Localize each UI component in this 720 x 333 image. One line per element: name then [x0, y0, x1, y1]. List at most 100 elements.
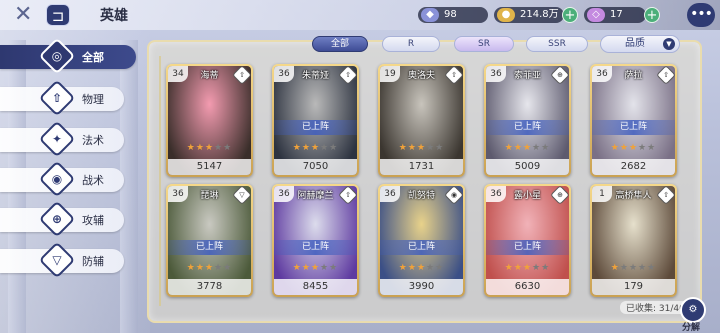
star-icon: ★ [204, 263, 215, 273]
star-icon: ★ [398, 263, 408, 273]
sidebar-item-label: 法术 [82, 134, 104, 147]
star-icon: ★ [647, 263, 657, 273]
star-icon: ★ [610, 263, 620, 273]
star-icon: ★ [223, 143, 233, 153]
hero-class-glyph: ⇧ [345, 71, 351, 79]
star-icon: ★ [195, 143, 205, 153]
star-icon: ★ [186, 263, 196, 273]
background-pillar [120, 40, 138, 333]
gold-value: 214.8万 [520, 9, 559, 20]
sidebar-item-1[interactable]: ⇧ 物理 [0, 79, 124, 117]
sort-select[interactable]: 品质 ▼ [600, 35, 680, 53]
star-icon: ★ [214, 263, 224, 273]
add-gem-button[interactable]: + [644, 7, 660, 23]
filter-tab-all[interactable]: 全部 [312, 36, 368, 52]
hero-card[interactable]: 36 索菲亚 ⊕ 已上阵 ★★★★★ 5009 [484, 64, 571, 177]
star-icon: ★ [301, 263, 311, 273]
hero-card[interactable]: 36 朱蒂娅 ⇧ 已上阵 ★★★★★ 7050 [272, 64, 359, 177]
hero-power: 6630 [486, 279, 569, 295]
hero-card-inner: 36 萨拉 ⇧ 已上阵 ★★★★★ 2682 [592, 66, 675, 175]
sidebar-item-4[interactable]: ⊕ 攻辅 [0, 200, 124, 238]
star-icon: ★ [522, 143, 533, 153]
gem-value: 17 [610, 9, 623, 20]
hero-card-inner: 36 索菲亚 ⊕ 已上阵 ★★★★★ 5009 [486, 66, 569, 175]
sidebar-item-0[interactable]: ◎ 全部 [0, 37, 136, 75]
deployed-badge: 已上阵 [486, 240, 569, 255]
sidebar-item-label: 防辅 [82, 255, 104, 268]
star-icon: ★ [647, 143, 657, 153]
star-icon: ★ [329, 263, 339, 273]
filter-tab-r[interactable]: R [382, 36, 440, 52]
sidebar-item-label: 物理 [82, 93, 104, 106]
star-icon: ★ [638, 263, 648, 273]
hero-card[interactable]: 36 萨拉 ⇧ 已上阵 ★★★★★ 2682 [590, 64, 677, 177]
hero-card-inner: 34 海蒂 ⇧ ★★★★★ 5147 [168, 66, 251, 175]
deployed-badge: 已上阵 [592, 120, 675, 135]
sidebar-item-3[interactable]: ◉ 战术 [0, 160, 124, 198]
star-icon: ★ [513, 263, 523, 273]
star-icon: ★ [619, 263, 629, 273]
star-icon: ★ [426, 143, 436, 153]
hero-power: 1731 [380, 159, 463, 175]
hero-class-glyph: ⇧ [663, 191, 669, 199]
hero-class-glyph: ⇧ [451, 71, 457, 79]
hero-card[interactable]: 36 露小星 ⊕ 已上阵 ★★★★★ 6630 [484, 184, 571, 297]
hero-card-inner: 36 朱蒂娅 ⇧ 已上阵 ★★★★★ 7050 [274, 66, 357, 175]
star-icon: ★ [513, 143, 523, 153]
hero-power: 179 [592, 279, 675, 295]
star-icon: ★ [186, 143, 196, 153]
star-icon: ★ [628, 143, 639, 153]
star-icon: ★ [310, 143, 321, 153]
star-icon: ★ [204, 143, 215, 153]
sidebar-item-label: 战术 [82, 174, 104, 187]
deployed-badge: 已上阵 [168, 240, 251, 255]
hero-stars: ★★★★★ [274, 263, 357, 273]
hero-power: 5009 [486, 159, 569, 175]
star-icon: ★ [195, 263, 205, 273]
star-icon: ★ [522, 263, 533, 273]
attack-support-icon-glyph: ⊕ [51, 212, 63, 226]
star-icon: ★ [310, 263, 321, 273]
hero-stars: ★★★★★ [168, 263, 251, 273]
star-icon: ★ [504, 143, 514, 153]
hero-card[interactable]: 36 阿赫摩兰 ⇧ 已上阵 ★★★★★ 8455 [272, 184, 359, 297]
hero-card-inner: 1 高桥隼人 ⇧ ★★★★★ 179 [592, 186, 675, 295]
hero-stars: ★★★★★ [380, 263, 463, 273]
hero-card-inner: 36 凯努特 ◉ 已上阵 ★★★★★ 3990 [380, 186, 463, 295]
deployed-badge: 已上阵 [274, 120, 357, 135]
hero-card[interactable]: 19 奥洛夫 ⇧ ★★★★★ 1731 [378, 64, 465, 177]
sidebar-item-2[interactable]: ✦ 法术 [0, 120, 124, 158]
star-icon: ★ [619, 143, 629, 153]
star-icon: ★ [407, 143, 417, 153]
hero-power: 8455 [274, 279, 357, 295]
hero-stars: ★★★★★ [592, 263, 675, 273]
star-icon: ★ [532, 263, 542, 273]
hero-card-inner: 36 琵琳 ▽ 已上阵 ★★★★★ 3778 [168, 186, 251, 295]
star-icon: ★ [292, 143, 302, 153]
hero-card[interactable]: 34 海蒂 ⇧ ★★★★★ 5147 [166, 64, 253, 177]
hero-card-inner: 36 阿赫摩兰 ⇧ 已上阵 ★★★★★ 8455 [274, 186, 357, 295]
filter-tab-ssr[interactable]: SSR [526, 36, 588, 52]
star-icon: ★ [541, 263, 551, 273]
magic-icon-glyph: ✦ [51, 132, 63, 146]
chat-button[interactable]: ••• [687, 3, 715, 27]
star-icon: ★ [320, 143, 330, 153]
gem-counter: ◇ 17 [584, 7, 646, 23]
filter-tab-sr[interactable]: SR [454, 36, 514, 52]
back-button[interactable]: ⊐ [46, 4, 70, 26]
star-icon: ★ [435, 143, 445, 153]
hero-class-glyph: ⇧ [345, 191, 351, 199]
gem-icon: ◇ [587, 8, 605, 22]
hero-card[interactable]: 36 琵琳 ▽ 已上阵 ★★★★★ 3778 [166, 184, 253, 297]
star-icon: ★ [407, 263, 417, 273]
star-icon: ★ [435, 263, 445, 273]
hero-card[interactable]: 36 凯努特 ◉ 已上阵 ★★★★★ 3990 [378, 184, 465, 297]
sidebar-item-5[interactable]: ▽ 防辅 [0, 241, 124, 279]
deployed-badge: 已上阵 [274, 240, 357, 255]
sidebar-item-label: 全部 [82, 51, 104, 64]
dismantle-label: 分解 [682, 323, 701, 333]
add-gold-button[interactable]: + [562, 7, 578, 23]
star-icon: ★ [320, 263, 330, 273]
hero-card[interactable]: 1 高桥隼人 ⇧ ★★★★★ 179 [590, 184, 677, 297]
crystal-value: 98 [444, 9, 457, 20]
